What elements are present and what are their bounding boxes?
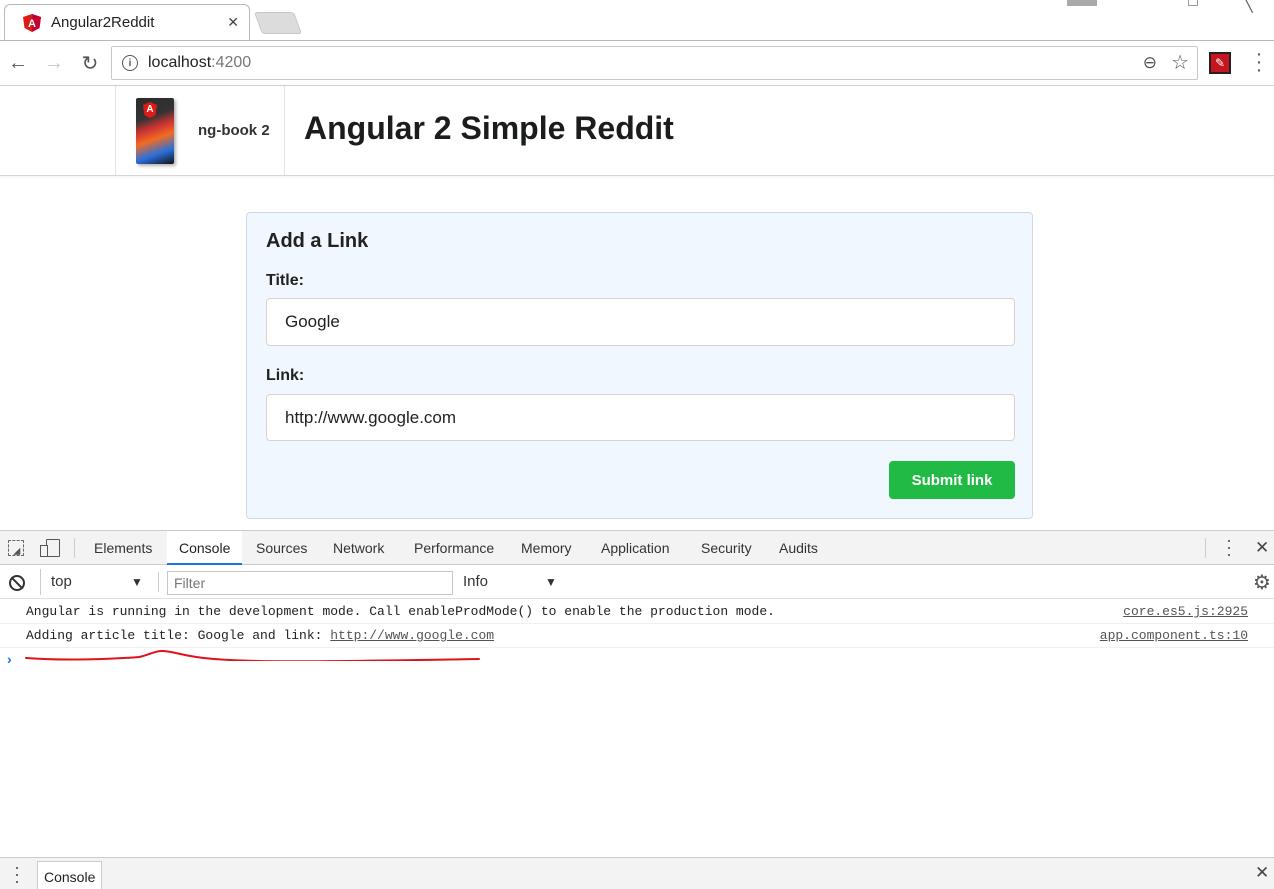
tab-memory[interactable]: Memory (509, 531, 584, 565)
filter-divider (158, 572, 159, 592)
console-filterbar: top ▼ Info ▼ ⚙ (0, 565, 1274, 599)
console-prompt-icon[interactable]: › (7, 651, 12, 667)
reload-icon[interactable]: ↻ (78, 51, 102, 75)
page-title: Angular 2 Simple Reddit (304, 110, 674, 146)
pdf-extension-icon[interactable]: ✎ (1209, 52, 1231, 74)
tab-performance[interactable]: Performance (402, 531, 506, 565)
url-text[interactable]: localhost:4200 (148, 54, 251, 72)
browser-tabstrip: A Angular2Reddit ✕ ╲ (0, 0, 1274, 40)
window-close-button[interactable]: ╲ (1243, 0, 1253, 14)
zoom-icon[interactable]: ⊖ (1143, 53, 1157, 73)
forward-arrow-icon[interactable]: → (42, 51, 66, 75)
console-filter-input[interactable] (167, 571, 453, 595)
brand-logo[interactable]: A ng-book 2 (115, 86, 285, 175)
brand-text: ng-book 2 (198, 122, 270, 139)
add-link-form: Add a Link Title: Link: Submit link (246, 212, 1033, 519)
window-maximize-button[interactable] (1188, 0, 1198, 6)
toolbar-divider (1205, 538, 1206, 558)
new-tab-button[interactable] (253, 12, 303, 34)
tab-security[interactable]: Security (689, 531, 764, 565)
bookmark-star-icon[interactable]: ☆ (1171, 50, 1189, 75)
tab-sources[interactable]: Sources (244, 531, 319, 565)
url-port: :4200 (211, 54, 252, 71)
link-input[interactable] (266, 394, 1015, 441)
console-message-source-link[interactable]: core.es5.js:2925 (1123, 600, 1248, 624)
tab-network[interactable]: Network (321, 531, 396, 565)
drawer-tab-console[interactable]: Console (37, 861, 103, 889)
tab-audits[interactable]: Audits (767, 531, 830, 565)
device-toolbar-icon[interactable] (40, 539, 60, 557)
log-level-dropdown-icon[interactable]: ▼ (545, 569, 557, 595)
inspect-element-icon[interactable] (8, 540, 24, 556)
tab-elements[interactable]: Elements (82, 531, 164, 565)
title-label: Title: (266, 272, 304, 289)
devtools-tabbar: Elements Console Sources Network Perform… (0, 531, 1274, 565)
window-minimize-button[interactable] (1067, 0, 1097, 6)
clear-console-icon[interactable] (9, 575, 25, 591)
tab-close-icon[interactable]: ✕ (227, 14, 239, 31)
devtools-drawer: · · · Console ✕ (0, 857, 1274, 889)
devtools-menu-icon[interactable]: · · · (1222, 531, 1236, 563)
log-level-select[interactable]: Info (463, 569, 488, 595)
drawer-menu-icon[interactable]: · · · (12, 858, 22, 889)
browser-menu-icon[interactable]: · · · (1252, 44, 1266, 80)
app-header: A ng-book 2 Angular 2 Simple Reddit (0, 86, 1274, 176)
devtools-close-icon[interactable]: ✕ (1255, 538, 1269, 558)
red-annotation-underline (25, 649, 480, 661)
tab-console[interactable]: Console (167, 531, 243, 565)
console-message-source-link[interactable]: app.component.ts:10 (1100, 624, 1248, 648)
drawer-close-icon[interactable]: ✕ (1255, 863, 1269, 883)
context-dropdown-icon[interactable]: ▼ (131, 569, 143, 595)
submit-link-button[interactable]: Submit link (889, 461, 1015, 499)
tab-application[interactable]: Application (589, 531, 682, 565)
console-message-text: Angular is running in the development mo… (26, 604, 775, 619)
title-input[interactable] (266, 298, 1015, 346)
site-info-icon[interactable]: i (122, 55, 138, 71)
toolbar-divider (74, 538, 75, 558)
back-arrow-icon[interactable]: ← (6, 51, 30, 75)
tab-title: Angular2Reddit (51, 14, 155, 31)
angular-logo-icon: A (143, 102, 157, 118)
book-cover-icon: A (136, 98, 174, 164)
address-bar[interactable]: i localhost:4200 ⊖ ☆ (111, 46, 1198, 80)
browser-toolbar: ← → ↻ i localhost:4200 ⊖ ☆ ✎ · · · (0, 40, 1274, 86)
link-label: Link: (266, 367, 305, 384)
console-settings-gear-icon[interactable]: ⚙ (1253, 570, 1271, 595)
console-message: Angular is running in the development mo… (0, 600, 1274, 624)
form-heading: Add a Link (266, 230, 369, 252)
browser-tab[interactable]: A Angular2Reddit ✕ (4, 4, 250, 40)
angular-favicon-icon: A (23, 13, 41, 32)
svg-text:A: A (28, 18, 36, 30)
devtools-panel: Elements Console Sources Network Perform… (0, 530, 1274, 889)
url-host: localhost (148, 54, 212, 71)
